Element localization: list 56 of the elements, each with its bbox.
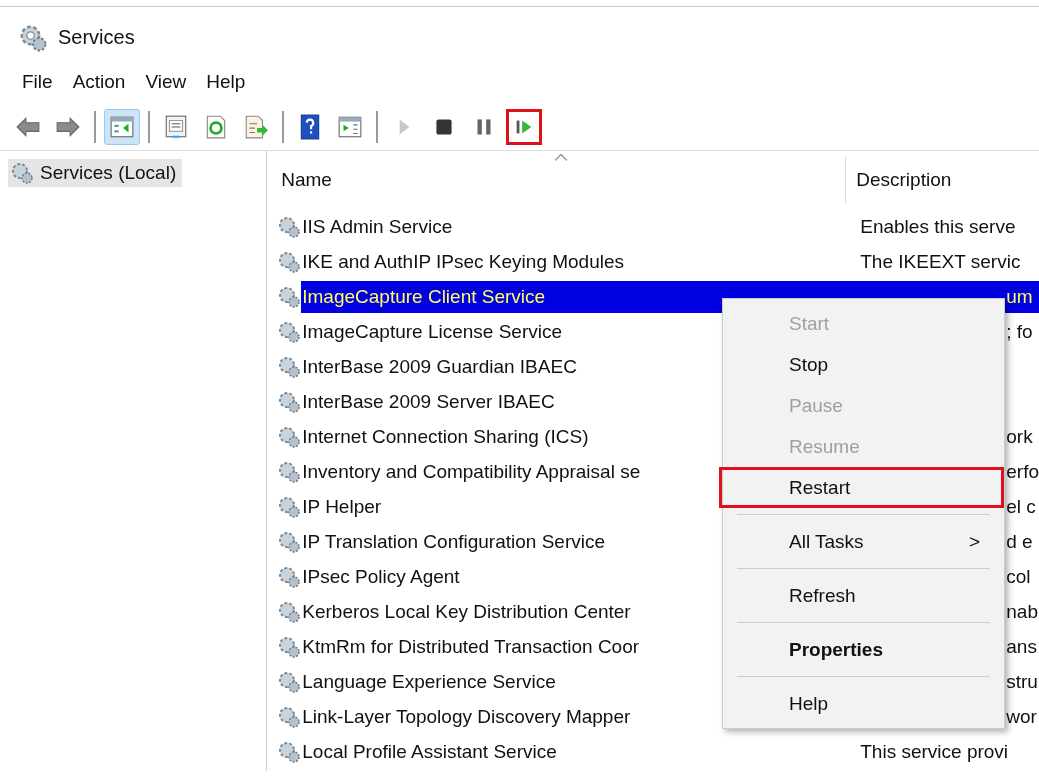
service-gear-icon	[277, 634, 302, 659]
menu-item[interactable]: View	[135, 71, 197, 93]
window-title: Services	[58, 26, 135, 49]
service-description: um	[1006, 285, 1033, 308]
pane-icon	[337, 114, 363, 140]
context-menu-item[interactable]: All Tasks >	[723, 521, 1004, 562]
service-description: el c	[1006, 495, 1036, 518]
service-gear-icon	[277, 564, 302, 589]
service-description: ork	[1006, 425, 1033, 448]
service-description: This service provi	[860, 740, 1009, 763]
service-description: col	[1006, 565, 1031, 588]
column-header[interactable]: Name	[271, 156, 847, 204]
service-name[interactable]: IIS Admin Service	[301, 210, 849, 243]
menu-item[interactable]: Action	[62, 71, 136, 93]
service-gear-icon	[277, 319, 302, 344]
tree-icon	[109, 114, 135, 140]
context-menu-item[interactable]: Properties	[723, 629, 1004, 670]
properties-icon	[163, 114, 189, 140]
service-gear-icon	[277, 214, 302, 239]
service-gear-icon	[277, 739, 302, 764]
service-gear-icon	[277, 669, 302, 694]
restart-button[interactable]	[506, 109, 542, 145]
service-name[interactable]: IKE and AuthIP IPsec Keying Modules	[301, 245, 849, 278]
column-header[interactable]: Description	[846, 156, 952, 204]
service-description: The IKEEXT servic	[860, 250, 1021, 273]
gears-icon	[10, 161, 34, 185]
service-description: d e	[1006, 530, 1033, 553]
service-gear-icon	[277, 284, 302, 309]
service-gear-icon	[277, 389, 302, 414]
service-gear-icon	[277, 704, 302, 729]
menu-item[interactable]: File	[12, 71, 63, 93]
service-name[interactable]: ImageCapture Client Service	[301, 280, 849, 313]
service-gear-icon	[277, 459, 302, 484]
service-name[interactable]: Local Profile Assistant Service	[301, 735, 849, 768]
sort-caret-icon	[554, 153, 569, 162]
menu-item[interactable]: Help	[196, 71, 256, 93]
context-menu-item[interactable]: Help	[723, 683, 1004, 724]
service-gear-icon	[277, 249, 302, 274]
context-menu-item[interactable]: Restart	[719, 467, 1004, 508]
service-description: erfo	[1006, 460, 1039, 483]
context-menu-item[interactable]: Stop	[723, 344, 1004, 385]
tree-button[interactable]	[104, 109, 140, 145]
service-description: ans	[1006, 635, 1037, 658]
service-description: Enables this serve	[860, 215, 1016, 238]
service-gear-icon	[277, 599, 302, 624]
service-gear-icon	[277, 354, 302, 379]
tree-item[interactable]: Services (Local)	[8, 159, 183, 187]
service-gear-icon	[277, 494, 302, 519]
service-description: stru	[1006, 670, 1038, 693]
service-description: wor	[1006, 705, 1037, 728]
export-icon	[243, 114, 269, 140]
service-description: nab	[1006, 600, 1038, 623]
service-gear-icon	[277, 529, 302, 554]
service-gear-icon	[277, 424, 302, 449]
service-description: ; fo	[1006, 320, 1033, 343]
context-menu-item[interactable]: Refresh	[723, 575, 1004, 616]
